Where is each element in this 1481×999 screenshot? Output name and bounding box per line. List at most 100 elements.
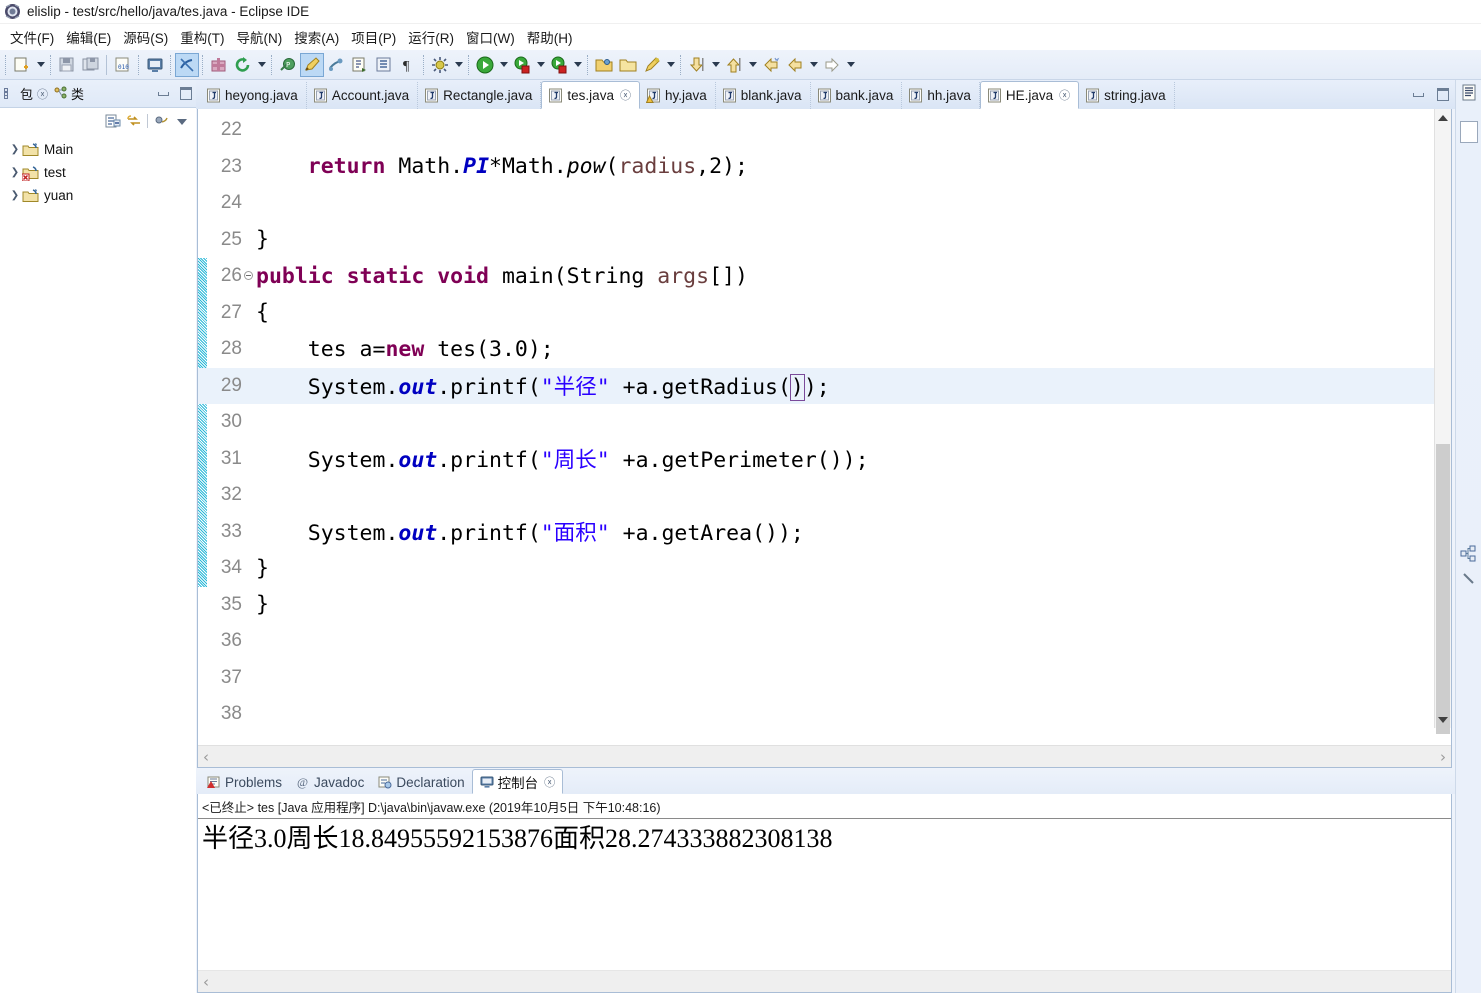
run-coverage-dropdown-icon[interactable]	[534, 53, 547, 77]
view-menu-icon[interactable]	[174, 113, 190, 129]
toggle-breakpoint-icon[interactable]	[175, 52, 199, 77]
refresh-icon[interactable]	[231, 53, 255, 77]
refresh-dropdown-icon[interactable]	[255, 53, 268, 77]
debug-dropdown-icon[interactable]	[452, 53, 465, 77]
run-dropdown-icon[interactable]	[497, 53, 510, 77]
editor-vertical-scrollbar[interactable]	[1434, 109, 1451, 734]
code-editor-canvas[interactable]: 22 23 return Math.PI*Math.pow(radius,2); 2…	[198, 109, 1451, 745]
new-folder-icon[interactable]	[616, 53, 640, 77]
code-line[interactable]: 34}	[198, 550, 1451, 587]
editor-horizontal-scrollbar[interactable]: ‹ ›	[198, 745, 1451, 767]
code-line[interactable]: 36	[198, 623, 1451, 660]
menu-search[interactable]: 搜索(A)	[288, 25, 345, 49]
editor-tab-rectangle-java[interactable]: Rectangle.java	[418, 82, 542, 109]
code-line[interactable]: 27 {	[198, 295, 1451, 332]
close-icon[interactable]: ⓧ	[37, 86, 48, 102]
collapse-all-icon[interactable]	[105, 113, 121, 129]
code-line[interactable]: 31 System.out.printf("周长" +a.getPerimete…	[198, 441, 1451, 478]
forward-right-icon[interactable]	[820, 53, 844, 77]
editor-tab-account-java[interactable]: Account.java	[307, 82, 419, 109]
menu-file[interactable]: 文件(F)	[4, 25, 60, 49]
code-line[interactable]: 33 System.out.printf("面积" +a.getArea());	[198, 514, 1451, 551]
new-file-icon[interactable]	[10, 53, 34, 77]
editor-tab-hy-java[interactable]: hy.java	[640, 82, 716, 109]
code-line[interactable]: 29 System.out.printf("半径" +a.getRadius()…	[198, 367, 1451, 404]
chevron-right-icon[interactable]: ❯	[8, 143, 22, 157]
tab-problems[interactable]: Problems	[200, 770, 289, 794]
tab-javadoc[interactable]: @ Javadoc	[289, 770, 371, 794]
scroll-left-icon[interactable]: ‹	[203, 748, 209, 766]
minimize-icon[interactable]	[156, 84, 170, 98]
editor-tab-he-java[interactable]: HE.java ⓧ	[979, 81, 1080, 109]
focus-icon[interactable]	[153, 113, 169, 129]
debug-icon[interactable]	[428, 53, 452, 77]
chevron-right-icon[interactable]: ❯	[8, 166, 22, 180]
tab-console[interactable]: 控制台 ⓧ	[471, 769, 564, 794]
code-line[interactable]: 25}	[198, 222, 1451, 259]
code-lines[interactable]: 22 23 return Math.PI*Math.pow(radius,2); 2…	[198, 109, 1451, 745]
print-icon[interactable]: 010	[111, 53, 135, 77]
scroll-down-icon[interactable]	[1435, 711, 1451, 728]
next-annotation-dropdown-icon[interactable]	[709, 53, 722, 77]
new-package-icon[interactable]	[207, 53, 231, 77]
editor-tab-heyong-java[interactable]: heyong.java	[200, 82, 307, 109]
pencil-icon[interactable]	[300, 52, 324, 77]
menu-edit[interactable]: 编辑(E)	[60, 25, 117, 49]
close-icon[interactable]: ⓧ	[620, 87, 631, 103]
editor-tab-bank-java[interactable]: bank.java	[811, 82, 903, 109]
close-icon[interactable]: ⓧ	[544, 774, 555, 790]
tree-item-yuan[interactable]: ❯ yuan	[0, 184, 196, 207]
back-dropdown-icon[interactable]	[807, 53, 820, 77]
run-external-icon[interactable]	[547, 53, 571, 77]
link-editor-icon[interactable]	[324, 53, 348, 77]
menu-window[interactable]: 窗口(W)	[460, 25, 521, 49]
previous-annotation-dropdown-icon[interactable]	[746, 53, 759, 77]
tree-item-main[interactable]: ❯ Main	[0, 138, 196, 161]
code-line[interactable]: 35}	[198, 587, 1451, 624]
console-output[interactable]: 半径3.0周长18.84955592153876面积28.27433388230…	[198, 819, 1451, 970]
open-task-icon[interactable]	[372, 53, 396, 77]
editor-tab-tes-java[interactable]: tes.java ⓧ	[541, 81, 640, 109]
code-line[interactable]: 26 public static void main(String args[])	[198, 258, 1451, 295]
run-icon[interactable]	[473, 53, 497, 77]
code-line[interactable]: 24	[198, 185, 1451, 222]
editor-tab-string-java[interactable]: string.java	[1079, 82, 1175, 109]
scroll-left-icon[interactable]: ‹	[203, 973, 209, 991]
code-line[interactable]: 37	[198, 660, 1451, 697]
search-icon[interactable]	[640, 53, 664, 77]
menu-help[interactable]: 帮助(H)	[521, 25, 579, 49]
tab-type-hierarchy[interactable]: 类	[51, 81, 87, 107]
close-icon[interactable]: ⓧ	[1059, 87, 1070, 103]
code-line[interactable]: 23 return Math.PI*Math.pow(radius,2);	[198, 149, 1451, 186]
save-all-icon[interactable]	[79, 53, 103, 77]
structure-view-icon[interactable]	[1458, 543, 1480, 565]
code-line[interactable]: 28 tes a=new tes(3.0);	[198, 331, 1451, 368]
code-line[interactable]: 32	[198, 477, 1451, 514]
link-with-editor-icon[interactable]	[126, 113, 142, 129]
run-coverage-icon[interactable]	[510, 53, 534, 77]
chevron-right-icon[interactable]: ❯	[8, 189, 22, 203]
minimize-icon[interactable]	[1411, 85, 1425, 99]
previous-annotation-icon[interactable]	[722, 53, 746, 77]
forward-dropdown-icon[interactable]	[844, 53, 857, 77]
code-editor[interactable]: 22 23 return Math.PI*Math.pow(radius,2); 2…	[197, 109, 1452, 768]
tab-declaration[interactable]: Declaration	[371, 770, 471, 794]
code-line[interactable]: 22	[198, 112, 1451, 149]
outline-view-icon[interactable]	[1458, 82, 1480, 104]
code-line[interactable]: 38	[198, 696, 1451, 733]
toggle-console-icon[interactable]	[143, 53, 167, 77]
editor-tab-blank-java[interactable]: blank.java	[716, 82, 811, 109]
link-icon[interactable]	[1458, 568, 1480, 590]
next-annotation-icon[interactable]	[685, 53, 709, 77]
restore-view-box[interactable]	[1459, 121, 1478, 143]
fold-collapse-icon[interactable]	[244, 271, 253, 280]
forward-left-icon[interactable]	[783, 53, 807, 77]
menu-project[interactable]: 项目(P)	[345, 25, 402, 49]
scroll-right-icon[interactable]: ›	[1440, 748, 1446, 766]
editor-tab-hh-java[interactable]: hh.java	[902, 82, 980, 109]
pilcrow-icon[interactable]: ¶	[396, 53, 420, 77]
maximize-icon[interactable]	[1435, 85, 1449, 101]
console-horizontal-scrollbar[interactable]: ‹	[198, 970, 1451, 992]
scrollbar-thumb[interactable]	[1436, 444, 1450, 734]
menu-navigate[interactable]: 导航(N)	[231, 25, 289, 49]
